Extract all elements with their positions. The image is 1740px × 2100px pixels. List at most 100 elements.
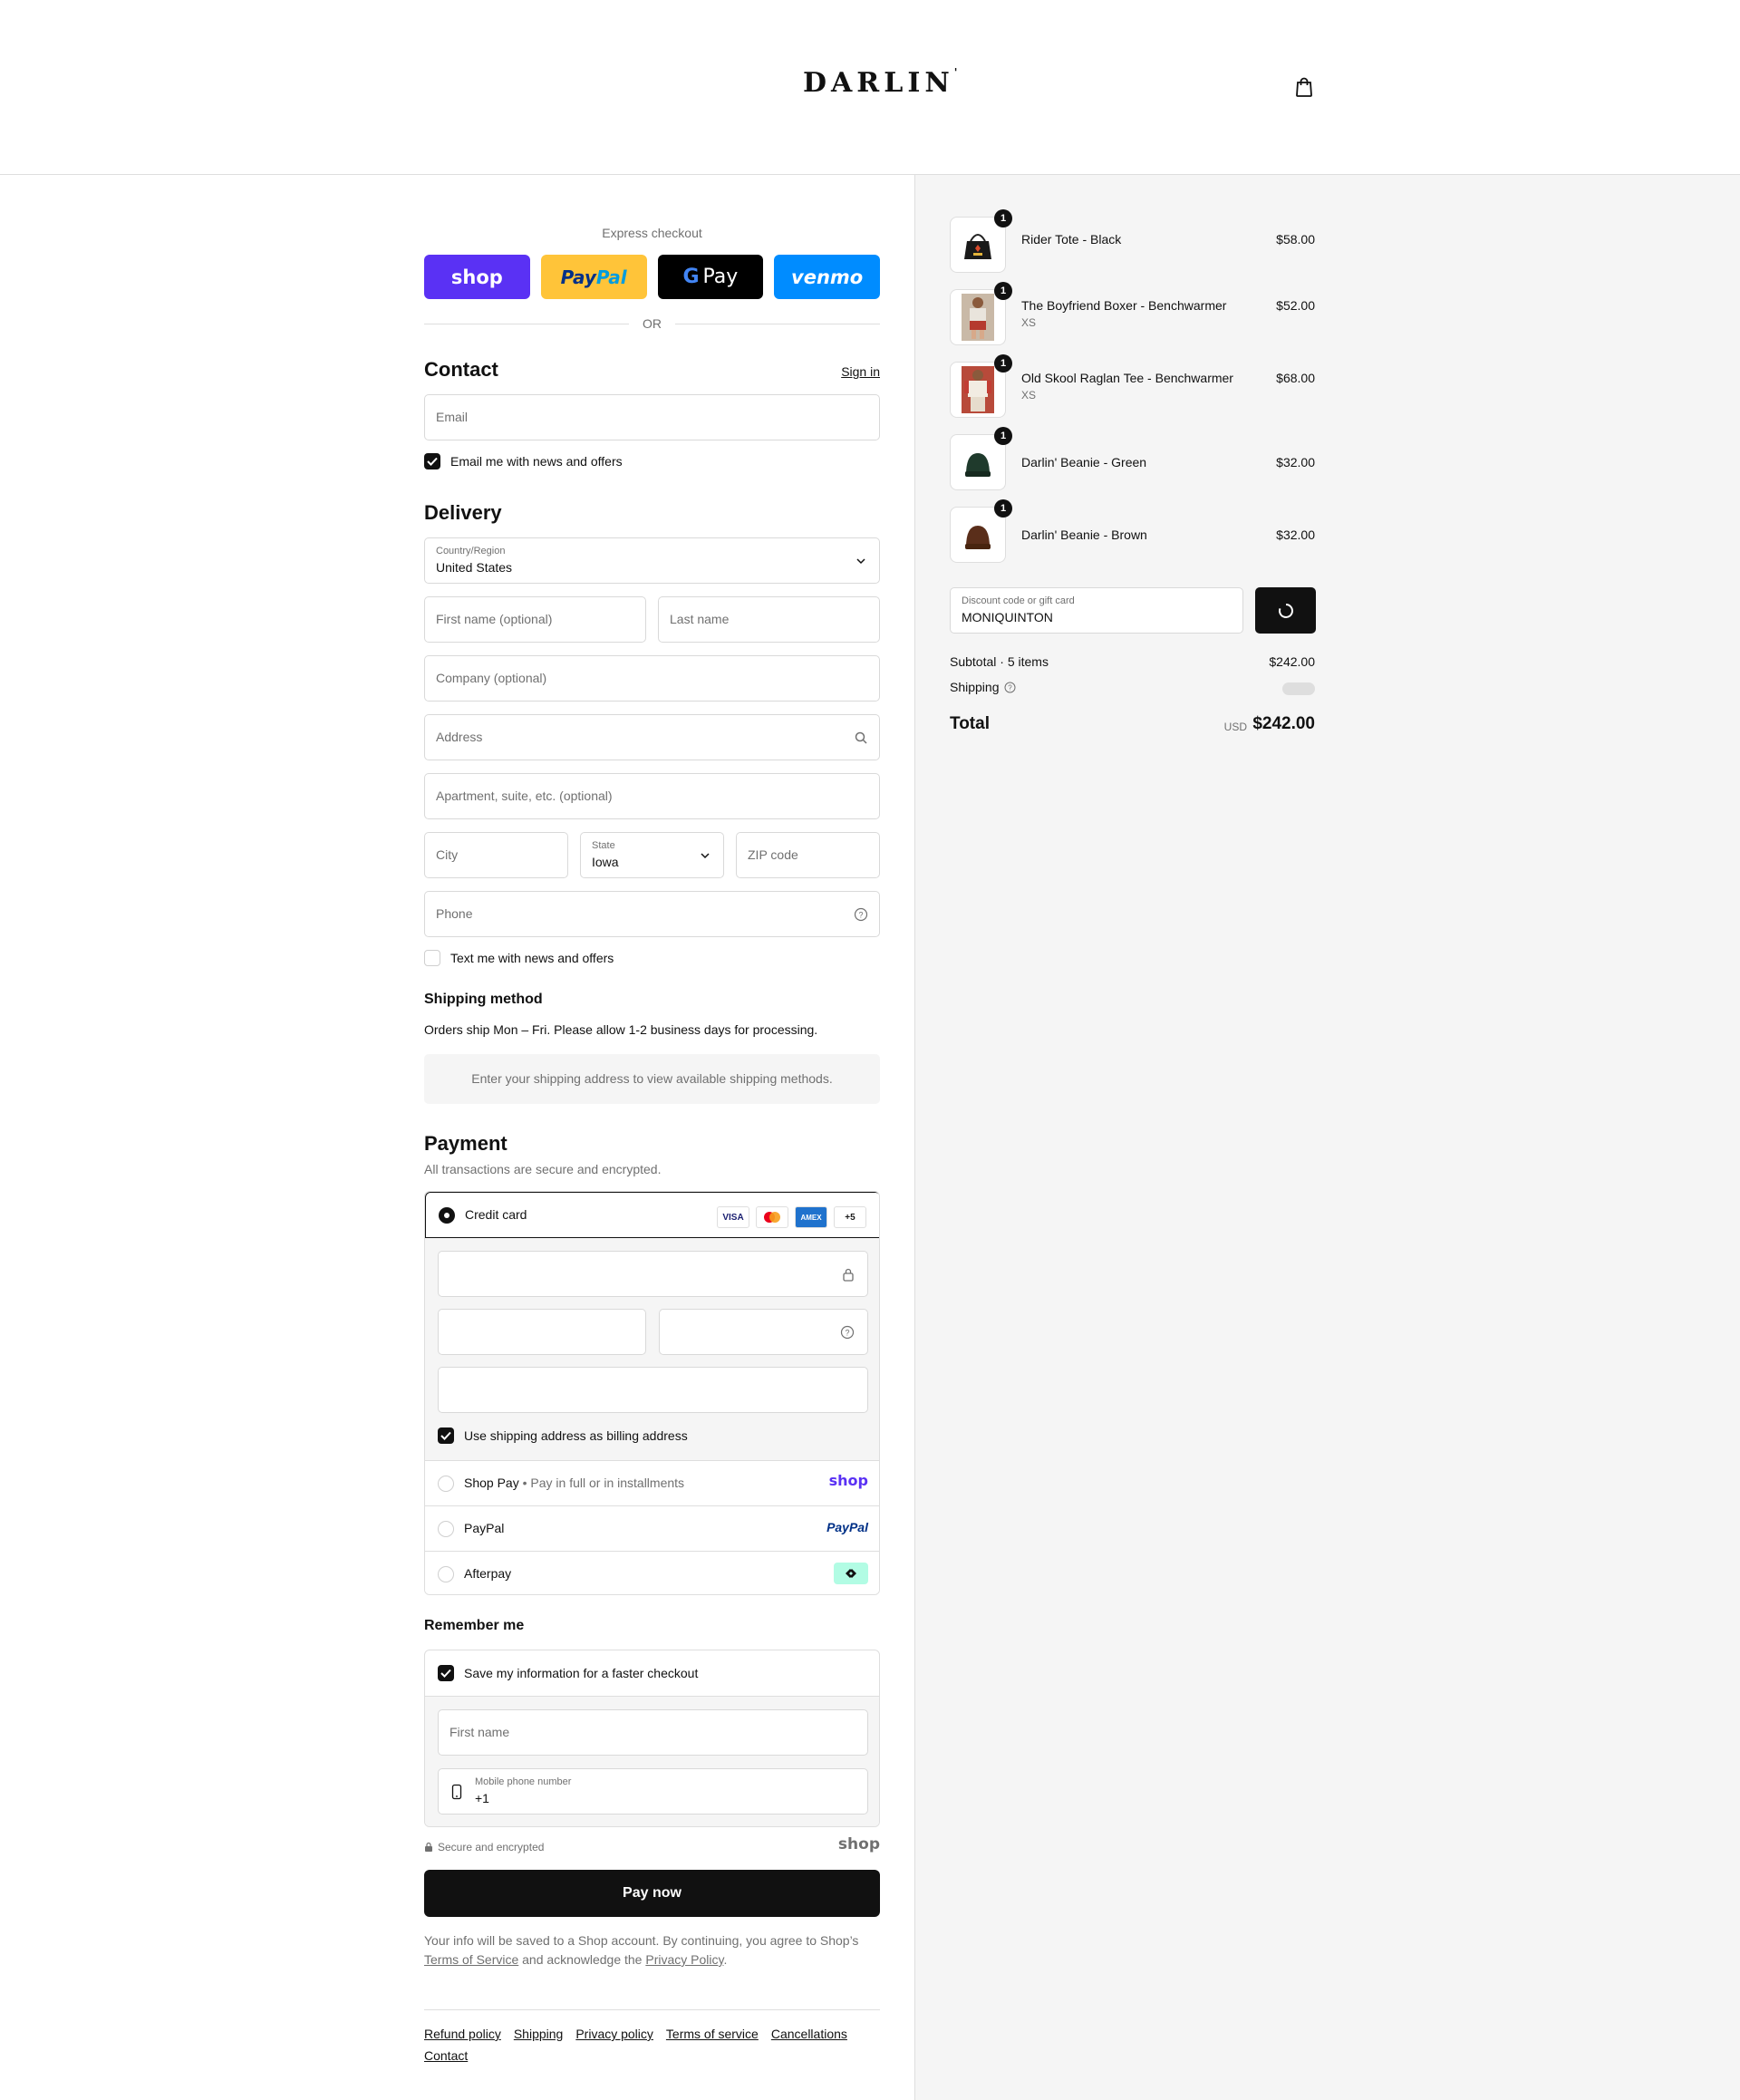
contact-heading: Contact bbox=[424, 358, 498, 381]
express-checkout-buttons: shop Pay Pal G Pay venmo bbox=[424, 255, 880, 299]
svg-text:?: ? bbox=[845, 1329, 849, 1338]
currency-code: USD bbox=[1223, 721, 1247, 733]
credit-card-form: ? Use shipping address as billing addres… bbox=[425, 1238, 879, 1460]
country-select[interactable]: Country/Region United States bbox=[424, 537, 880, 584]
phone-field[interactable]: Phone ? bbox=[424, 891, 880, 937]
total-row: Total USD $242.00 bbox=[950, 714, 1315, 736]
apartment-placeholder: Apartment, suite, etc. (optional) bbox=[436, 789, 613, 803]
total-value: $242.00 bbox=[1252, 714, 1315, 733]
company-field[interactable]: Company (optional) bbox=[424, 655, 880, 702]
state-value: Iowa bbox=[592, 855, 619, 869]
last-name-field[interactable]: Last name bbox=[658, 596, 880, 643]
email-field[interactable]: Email bbox=[424, 394, 880, 440]
item-price: $32.00 bbox=[1276, 455, 1315, 469]
expiration-date-field[interactable] bbox=[438, 1309, 646, 1355]
shipping-loading-placeholder bbox=[1282, 682, 1315, 695]
card-number-field[interactable] bbox=[438, 1251, 868, 1297]
state-select[interactable]: State Iowa bbox=[580, 832, 724, 878]
paypal-logo-pay: Pay bbox=[560, 266, 596, 288]
address-field[interactable]: Address bbox=[424, 714, 880, 760]
subtotal-label: Subtotal · 5 items bbox=[950, 654, 1049, 669]
privacy-policy-footer-link[interactable]: Privacy policy bbox=[575, 2027, 653, 2041]
email-newsletter-label: Email me with news and offers bbox=[450, 454, 623, 469]
help-icon[interactable]: ? bbox=[1004, 682, 1016, 693]
pay-now-button[interactable]: Pay now bbox=[424, 1870, 880, 1917]
separator-dot: • bbox=[522, 1476, 527, 1490]
credit-card-option[interactable]: Credit card VISA AMEX +5 bbox=[425, 1192, 879, 1238]
item-price: $68.00 bbox=[1276, 371, 1315, 385]
name-on-card-field[interactable] bbox=[438, 1367, 868, 1413]
item-name: The Boyfriend Boxer - Benchwarmer bbox=[1021, 298, 1227, 313]
payment-methods: Credit card VISA AMEX +5 ? Use shipping … bbox=[424, 1191, 880, 1595]
legal-text-part: Your info will be saved to a Shop accoun… bbox=[424, 1933, 859, 1948]
google-pay-button[interactable]: G Pay bbox=[657, 255, 764, 299]
paypal-logo-pal: Pal bbox=[595, 266, 627, 288]
cancellations-link[interactable]: Cancellations bbox=[771, 2027, 847, 2041]
shipping-policy-link[interactable]: Shipping bbox=[514, 2027, 564, 2041]
apartment-field[interactable]: Apartment, suite, etc. (optional) bbox=[424, 773, 880, 819]
amex-icon: AMEX bbox=[795, 1206, 827, 1228]
mobile-phone-field[interactable]: Mobile phone number +1 bbox=[438, 1768, 868, 1815]
shopping-bag-icon[interactable] bbox=[1294, 76, 1314, 98]
help-icon[interactable]: ? bbox=[840, 1325, 855, 1340]
shop-pay-logo: shop bbox=[450, 266, 503, 288]
paypal-button[interactable]: Pay Pal bbox=[540, 255, 647, 299]
refund-policy-link[interactable]: Refund policy bbox=[424, 2027, 501, 2041]
mobile-phone-value: +1 bbox=[475, 1791, 489, 1805]
discount-code-input[interactable]: Discount code or gift card MONIQUINTON bbox=[950, 587, 1243, 634]
store-logo[interactable]: DARLIN' bbox=[803, 66, 957, 99]
company-placeholder: Company (optional) bbox=[436, 671, 547, 685]
secure-encrypted-label: Secure and encrypted bbox=[438, 1841, 545, 1853]
item-price: $58.00 bbox=[1276, 232, 1315, 247]
shop-pay-button[interactable]: shop bbox=[424, 255, 530, 299]
checkbox-checked-icon bbox=[424, 453, 440, 469]
subtotal-value: $242.00 bbox=[1269, 654, 1315, 669]
terms-of-service-footer-link[interactable]: Terms of service bbox=[666, 2027, 759, 2041]
subtotal-row: Subtotal · 5 items $242.00 bbox=[950, 654, 1315, 669]
mobile-phone-icon bbox=[451, 1784, 462, 1800]
city-field[interactable]: City bbox=[424, 832, 568, 878]
cart-item: 1 Rider Tote - Black $58.00 bbox=[950, 209, 1315, 273]
sms-offers-checkbox[interactable]: Text me with news and offers bbox=[424, 948, 614, 968]
afterpay-logo-icon bbox=[834, 1563, 868, 1584]
credit-card-label: Credit card bbox=[465, 1207, 527, 1222]
quantity-badge: 1 bbox=[994, 427, 1012, 445]
cart-item: 1 Old Skool Raglan Tee - Benchwarmer XS … bbox=[950, 354, 1315, 418]
order-summary: 1 Rider Tote - Black $58.00 1 The Boyfri… bbox=[914, 175, 1740, 2100]
radio-unselected-icon bbox=[438, 1476, 454, 1492]
shop-pay-subtitle: Pay in full or in installments bbox=[530, 1476, 685, 1490]
save-info-checkbox[interactable]: Save my information for a faster checkou… bbox=[438, 1663, 698, 1683]
help-icon[interactable]: ? bbox=[854, 907, 868, 922]
remember-first-name-field[interactable]: First name bbox=[438, 1709, 868, 1756]
billing-same-as-shipping-checkbox[interactable]: Use shipping address as billing address bbox=[438, 1426, 688, 1446]
contact-link[interactable]: Contact bbox=[424, 2048, 468, 2063]
lock-icon bbox=[843, 1268, 854, 1282]
apply-discount-button[interactable] bbox=[1255, 587, 1316, 634]
sign-in-link[interactable]: Sign in bbox=[841, 364, 880, 379]
email-newsletter-checkbox[interactable]: Email me with news and offers bbox=[424, 451, 623, 471]
quantity-badge: 1 bbox=[994, 499, 1012, 518]
paypal-option[interactable]: PayPal PayPal bbox=[425, 1505, 879, 1551]
phone-placeholder: Phone bbox=[436, 906, 473, 921]
visa-icon: VISA bbox=[717, 1206, 749, 1228]
zip-code-field[interactable]: ZIP code bbox=[736, 832, 880, 878]
or-divider: OR bbox=[424, 316, 880, 331]
google-g-icon: G bbox=[682, 266, 700, 288]
security-code-field[interactable]: ? bbox=[659, 1309, 868, 1355]
legal-text-part: and acknowledge the bbox=[522, 1952, 643, 1967]
more-cards-badge: +5 bbox=[834, 1206, 866, 1228]
venmo-button[interactable]: venmo bbox=[774, 255, 880, 299]
shipping-methods-placeholder: Enter your shipping address to view avai… bbox=[424, 1054, 880, 1104]
country-label: Country/Region bbox=[436, 546, 506, 556]
terms-of-service-link[interactable]: Terms of Service bbox=[424, 1952, 518, 1967]
afterpay-option[interactable]: Afterpay bbox=[425, 1551, 879, 1594]
radio-selected-icon bbox=[439, 1207, 455, 1224]
privacy-policy-link[interactable]: Privacy Policy bbox=[645, 1952, 723, 1967]
discount-code-label: Discount code or gift card bbox=[962, 595, 1075, 606]
email-placeholder: Email bbox=[436, 410, 469, 424]
first-name-field[interactable]: First name (optional) bbox=[424, 596, 646, 643]
shop-pay-option[interactable]: Shop Pay • Pay in full or in installment… bbox=[425, 1460, 879, 1505]
radio-unselected-icon bbox=[438, 1566, 454, 1582]
billing-same-label: Use shipping address as billing address bbox=[464, 1428, 688, 1443]
state-label: State bbox=[592, 840, 615, 851]
